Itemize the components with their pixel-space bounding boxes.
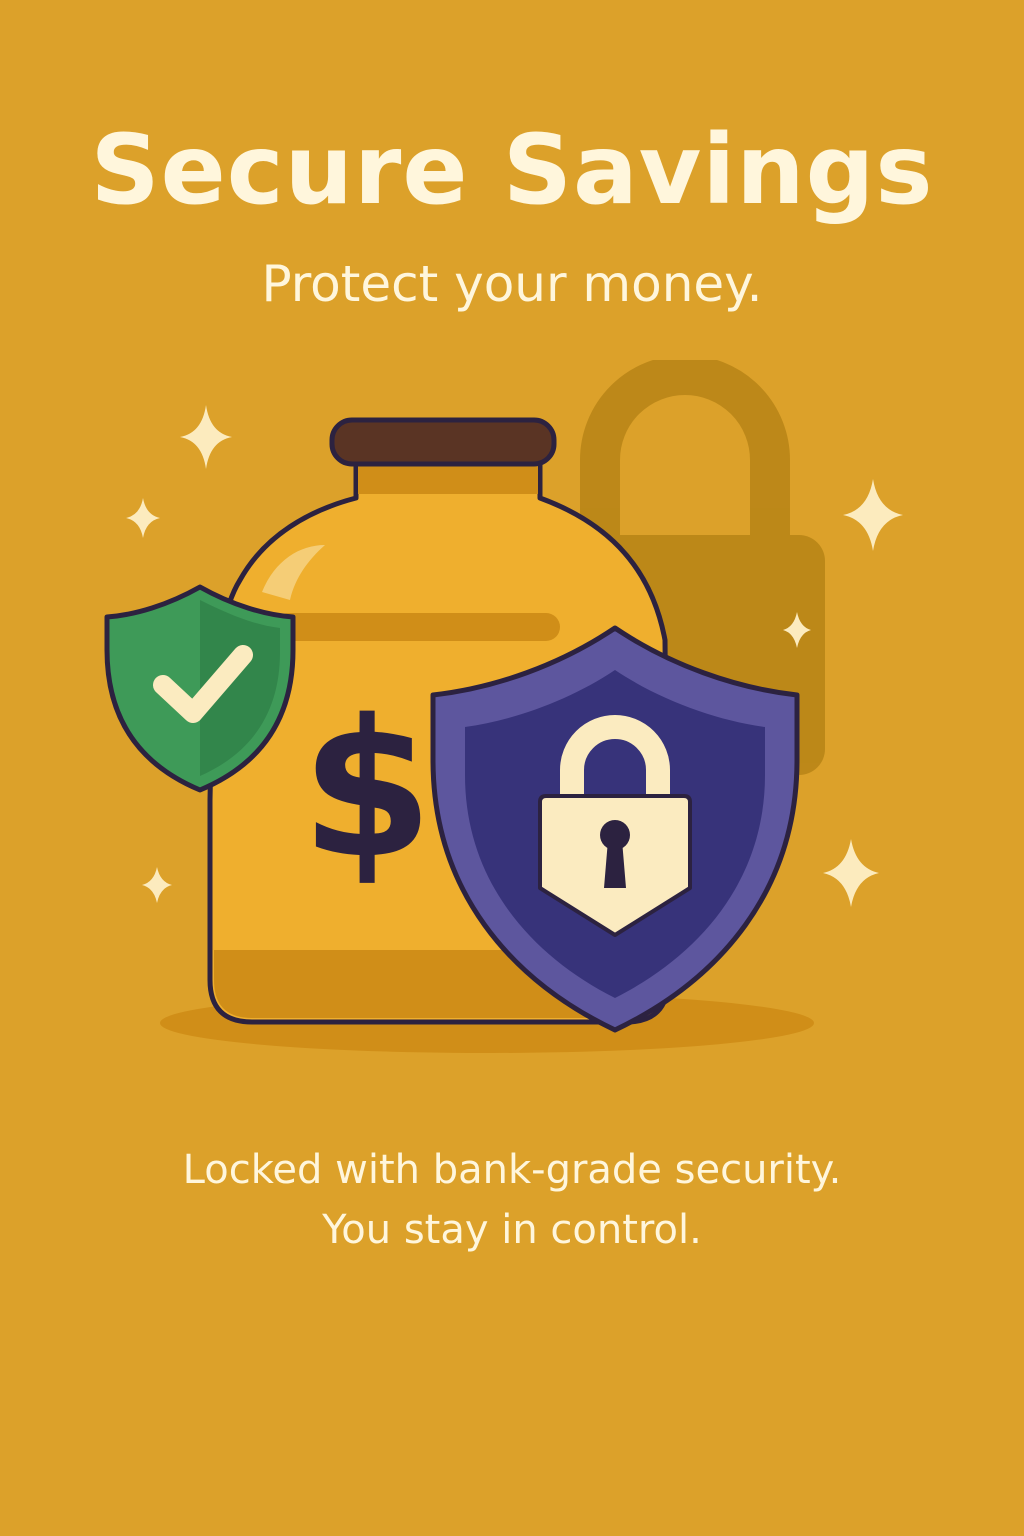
sparkle-icon bbox=[823, 839, 879, 907]
dollar-sign-icon: $ bbox=[301, 679, 433, 900]
page-title: Secure Savings bbox=[90, 114, 934, 226]
tagline: Locked with bank-grade security. You sta… bbox=[0, 1140, 1024, 1260]
sparkle-icon bbox=[843, 479, 903, 551]
tagline-line-1: Locked with bank-grade security. bbox=[182, 1147, 842, 1193]
sparkle-icon bbox=[180, 405, 232, 469]
page-subtitle: Protect your money. bbox=[261, 255, 763, 313]
sparkle-icon bbox=[142, 867, 172, 903]
tagline-line-2: You stay in control. bbox=[322, 1207, 702, 1253]
sparkle-icon bbox=[126, 498, 160, 538]
onboarding-screen: Secure Savings Protect your money. $ Loc… bbox=[0, 0, 1024, 1536]
security-illustration: $ bbox=[104, 360, 903, 1053]
